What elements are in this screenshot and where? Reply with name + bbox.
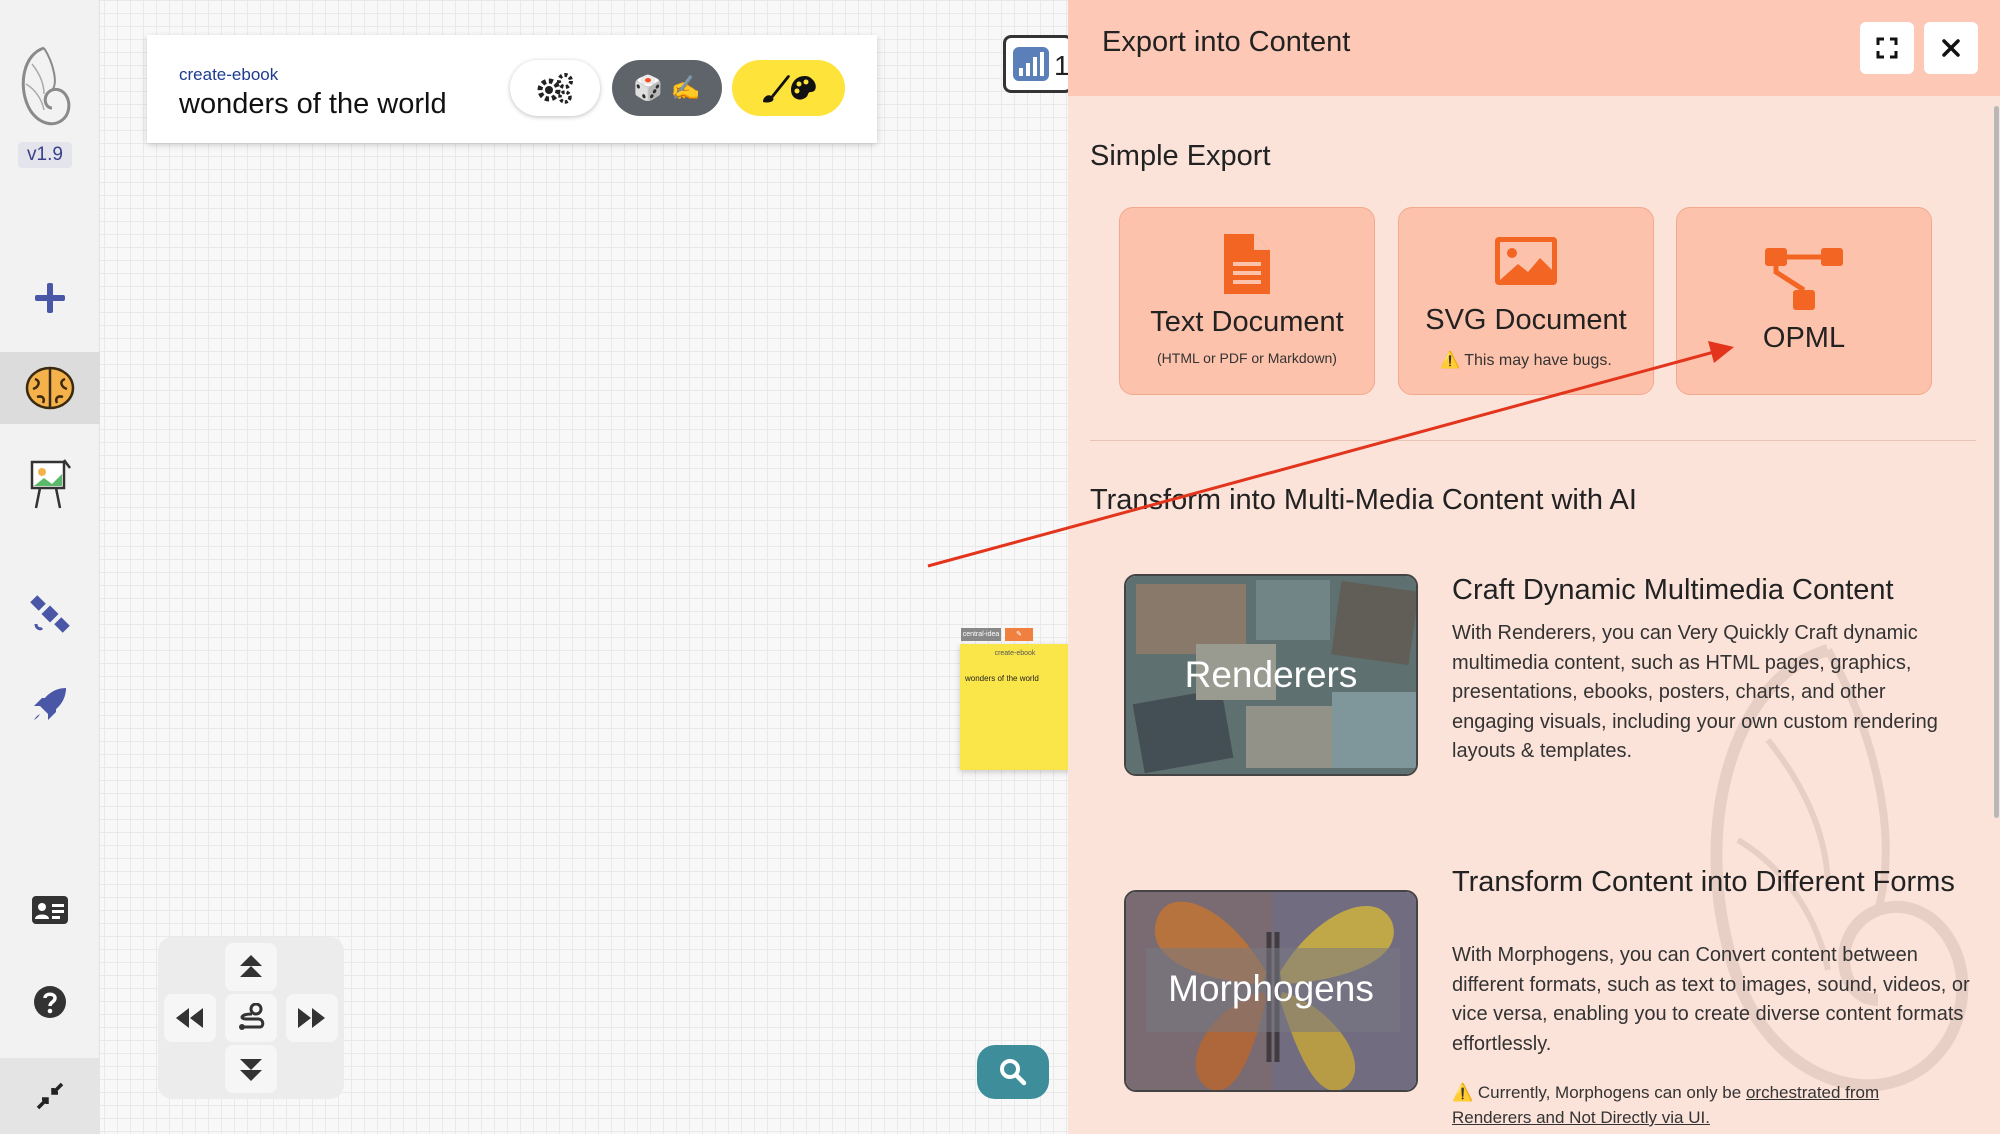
renderers-image[interactable]: Renderers — [1124, 574, 1418, 776]
section-divider — [1090, 440, 1976, 441]
morphogens-label: Morphogens — [1168, 968, 1374, 1009]
collapse-button[interactable] — [0, 1058, 100, 1134]
fullscreen-button[interactable] — [1860, 22, 1914, 74]
panel-title: Export into Content — [1102, 26, 1351, 58]
renderers-label: Renderers — [1184, 654, 1358, 695]
presentation-button[interactable] — [0, 448, 100, 520]
question-circle-icon — [34, 986, 66, 1018]
brain-button[interactable] — [0, 352, 100, 424]
help-button[interactable] — [0, 966, 100, 1038]
theme-button[interactable] — [732, 60, 845, 116]
search-button[interactable] — [977, 1045, 1049, 1099]
export-opml-card[interactable]: OPML — [1676, 207, 1932, 395]
nav-up-button[interactable] — [225, 943, 277, 991]
mindmap-node[interactable]: create-ebook wonders of the world — [960, 644, 1070, 770]
add-button[interactable] — [0, 262, 100, 334]
launch-button[interactable] — [0, 668, 100, 740]
close-icon — [1942, 39, 1960, 57]
export-panel: Export into Content Simple Export Text D… — [1068, 0, 2000, 1134]
file-text-icon — [1224, 234, 1270, 294]
central-idea-tag: central-idea — [961, 628, 1001, 641]
panel-header: Export into Content — [1068, 0, 2000, 96]
double-up-icon — [240, 955, 262, 977]
expand-icon — [1876, 37, 1898, 59]
sitemap-icon — [1765, 248, 1843, 310]
image-icon — [1495, 237, 1557, 285]
edit-tag[interactable]: ✎ — [1005, 628, 1033, 641]
card-warning: ⚠️ This may have bugs. — [1440, 352, 1612, 369]
paint-brush-palette-icon — [762, 75, 816, 103]
card-label: OPML — [1762, 322, 1846, 354]
bar-chart-icon — [1013, 47, 1049, 81]
mindmap-header-card: create-ebook wonders of the world 🎲 ✍️ — [147, 35, 877, 143]
dice-pen-icon: 🎲 ✍️ — [633, 74, 701, 102]
easel-icon — [30, 459, 71, 509]
nautilus-logo-icon — [21, 46, 71, 126]
rewind-icon — [176, 1008, 203, 1028]
card-tag: create-ebook — [179, 65, 279, 84]
close-button[interactable] — [1924, 22, 1978, 74]
compress-arrows-icon — [36, 1082, 64, 1110]
fast-forward-icon — [298, 1008, 325, 1028]
nav-left-button[interactable] — [164, 994, 216, 1042]
node-text: wonders of the world — [965, 674, 1039, 683]
rocket-icon — [34, 688, 66, 720]
settings-button[interactable] — [510, 60, 600, 116]
plus-icon — [35, 283, 65, 313]
renderers-title: Craft Dynamic Multimedia Content — [1452, 574, 1894, 606]
route-icon — [239, 1003, 265, 1030]
card-title[interactable]: wonders of the world — [179, 88, 447, 121]
nav-down-button[interactable] — [225, 1045, 277, 1093]
search-icon — [1000, 1059, 1027, 1086]
card-label: SVG Document — [1425, 304, 1627, 336]
simple-export-title: Simple Export — [1090, 140, 1271, 172]
renderers-description: With Renderers, you can Very Quickly Cra… — [1452, 622, 1938, 762]
gears-icon — [537, 73, 573, 104]
brain-icon — [25, 366, 75, 410]
morphogens-description: With Morphogens, you can Convert content… — [1452, 944, 1970, 1055]
stats-chip[interactable]: 1 — [1003, 35, 1073, 93]
id-card-icon — [32, 896, 68, 924]
sidebar: v1.9 — [0, 0, 100, 1134]
navigation-pad — [158, 937, 344, 1099]
satellite-button[interactable] — [0, 578, 100, 650]
version-badge: v1.9 — [18, 142, 72, 168]
export-svg-document-card[interactable]: SVG Document ⚠️ This may have bugs. — [1398, 207, 1654, 395]
morphogens-image[interactable]: Morphogens — [1124, 890, 1418, 1092]
contact-card-button[interactable] — [0, 874, 100, 946]
ai-section-title: Transform into Multi-Media Content with … — [1090, 484, 1637, 516]
panel-scrollbar[interactable] — [1994, 106, 1999, 818]
card-sublabel: (HTML or PDF or Markdown) — [1157, 350, 1337, 366]
random-write-button[interactable]: 🎲 ✍️ — [612, 60, 722, 116]
export-text-document-card[interactable]: Text Document (HTML or PDF or Markdown) — [1119, 207, 1375, 395]
card-label: Text Document — [1150, 306, 1344, 338]
morphogens-title: Transform Content into Different Forms — [1452, 866, 1955, 898]
satellite-icon — [30, 595, 70, 633]
double-down-icon — [240, 1059, 262, 1081]
morphogens-warning: ⚠️ Currently, Morphogens can only be orc… — [1452, 1080, 1932, 1130]
nav-center-button[interactable] — [225, 994, 277, 1042]
nav-right-button[interactable] — [286, 994, 338, 1042]
node-tag: create-ebook — [994, 650, 1036, 657]
warning-text: ⚠️ Currently, Morphogens can only be — [1452, 1083, 1746, 1102]
